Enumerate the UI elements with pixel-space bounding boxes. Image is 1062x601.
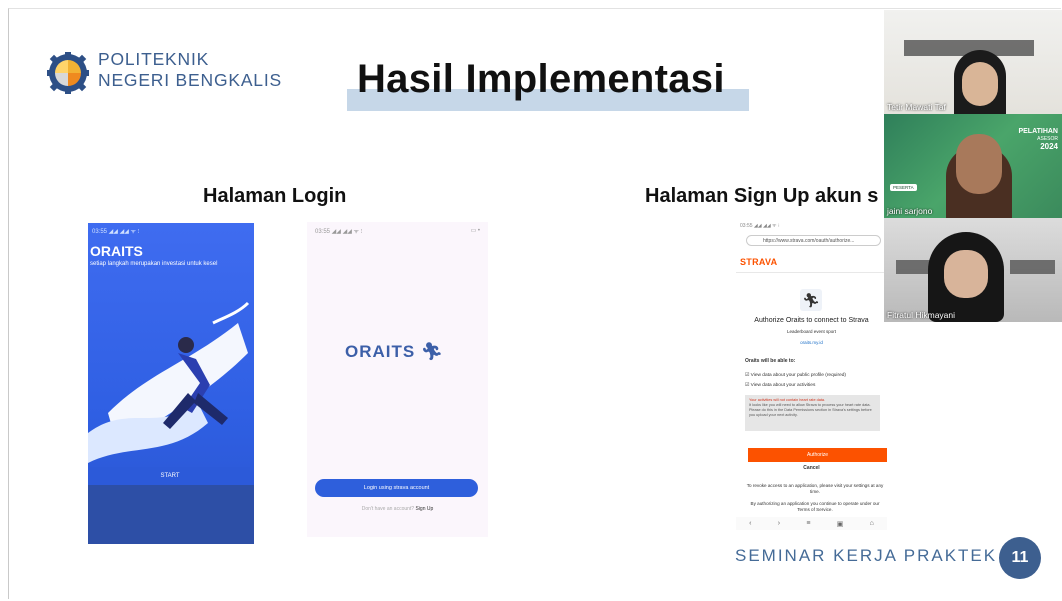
permission-1-label: View data about your public profile (req… [750, 373, 847, 378]
participant-name: Tetir Mawati Taf [887, 102, 946, 112]
participant-face-skin [962, 62, 998, 106]
forward-icon[interactable]: › [778, 520, 780, 527]
warning-box: Your activities will not contain heart r… [745, 395, 880, 431]
strava-brand: STRAVA [740, 257, 778, 267]
background-windows-right [1010, 260, 1055, 274]
page-number-badge: 11 [999, 537, 1041, 579]
battery-indicator: ▭ • [470, 228, 480, 234]
footer-text: SEMINAR KERJA PRAKTEK [735, 546, 998, 565]
polbeng-logo-icon [47, 52, 89, 94]
oraits-logo-text: ORAITS [345, 342, 416, 361]
login-strava-button[interactable]: Login using strava account [315, 479, 478, 497]
able-header: Oraits will be able to: [745, 358, 796, 364]
permission-2-label: View data about your activities [750, 383, 816, 388]
login-screenshot-splash: 03:55 ◢◢ ◢◢ ᯤ ⁝ ORAITS setiap langkah me… [88, 223, 254, 544]
runner-illustration [88, 301, 250, 463]
signup-prompt: Don't have an account? Sign Up [307, 506, 488, 512]
brand-divider [736, 272, 887, 273]
terms-text: By authorizing an application you contin… [750, 501, 880, 512]
permission-1[interactable]: ☑ View data about your public profile (r… [745, 373, 846, 378]
org-line-1: POLITEKNIK [98, 49, 210, 69]
participant-tile-3[interactable]: Fitratul Hikmayani [884, 218, 1062, 322]
org-line-2: NEGERI BENGKALIS [98, 70, 282, 90]
participant-face-skin [956, 134, 1002, 194]
strava-authorize-screenshot: 03:55 ◢◢ ◢◢ ᯤ ⁝ https://www.strava.com/o… [736, 219, 887, 530]
participant-face-skin [944, 250, 988, 298]
url-text: https://www.strava.com/oauth/authorize..… [763, 238, 855, 244]
authorize-title: Authorize Oraits to connect to Strava [754, 317, 869, 324]
url-bar[interactable]: https://www.strava.com/oauth/authorize..… [746, 235, 881, 246]
participant-tile-1[interactable]: Tetir Mawati Taf [884, 10, 1062, 114]
section-login-title: Halaman Login [203, 185, 347, 207]
banner-title: PELATIHAN [1018, 128, 1058, 135]
oraits-logo: ORAITS 🏃︎ [345, 342, 444, 362]
authorize-button[interactable]: Authorize [748, 448, 887, 462]
app-name: ORAITS [90, 243, 143, 259]
bottom-area [88, 485, 254, 544]
app-subtitle: Leaderboard event sport [786, 329, 837, 334]
menu-icon[interactable]: ≡ [806, 520, 810, 527]
start-button[interactable]: START [90, 467, 250, 485]
app-link[interactable]: oraits.my.id [736, 340, 887, 345]
revoke-text: To revoke access to an application, plea… [746, 483, 884, 494]
status-bar: 03:55 ◢◢ ◢◢ ᯤ ⁝ [740, 223, 780, 229]
home-icon[interactable]: ⌂ [870, 520, 874, 527]
tabs-icon[interactable]: ▣ [837, 520, 844, 528]
app-tagline: setiap langkah merupakan investasi untuk… [90, 261, 218, 267]
participant-name: jaini sarjono [887, 206, 933, 216]
org-name: POLITEKNIK NEGERI BENGKALIS [98, 49, 282, 91]
app-avatar-icon: 🏃︎ [800, 289, 822, 311]
cancel-link[interactable]: Cancel [736, 465, 887, 471]
peserta-badge: PESERTA [890, 184, 917, 191]
participant-name: Fitratul Hikmayani [887, 310, 956, 320]
login-screenshot-main: 03:55 ◢◢ ◢◢ ᯤ ⁝ ▭ • ORAITS 🏃︎ Login usin… [307, 222, 488, 537]
runner-icon: 🏃︎ [420, 342, 444, 361]
permission-2[interactable]: ☑ View data about your activities [745, 383, 815, 388]
section-signup-title: Halaman Sign Up akun s [645, 185, 879, 207]
slide-title: Hasil Implementasi [357, 57, 725, 101]
banner-year: 2024 [1040, 142, 1058, 151]
back-icon[interactable]: ‹ [749, 520, 751, 527]
status-bar: 03:55 ◢◢ ◢◢ ᯤ ⁝ [92, 229, 140, 235]
signup-prompt-text: Don't have an account? [361, 506, 415, 512]
browser-nav-bar: ‹ › ≡ ▣ ⌂ [736, 517, 887, 530]
status-bar: 03:55 ◢◢ ◢◢ ᯤ ⁝ [315, 229, 363, 235]
warning-text: It looks like you will need to allow Str… [749, 403, 872, 417]
participant-tile-2[interactable]: PELATIHAN ASESOR 2024 PESERTA jaini sarj… [884, 114, 1062, 218]
signup-link[interactable]: Sign Up [415, 506, 433, 512]
